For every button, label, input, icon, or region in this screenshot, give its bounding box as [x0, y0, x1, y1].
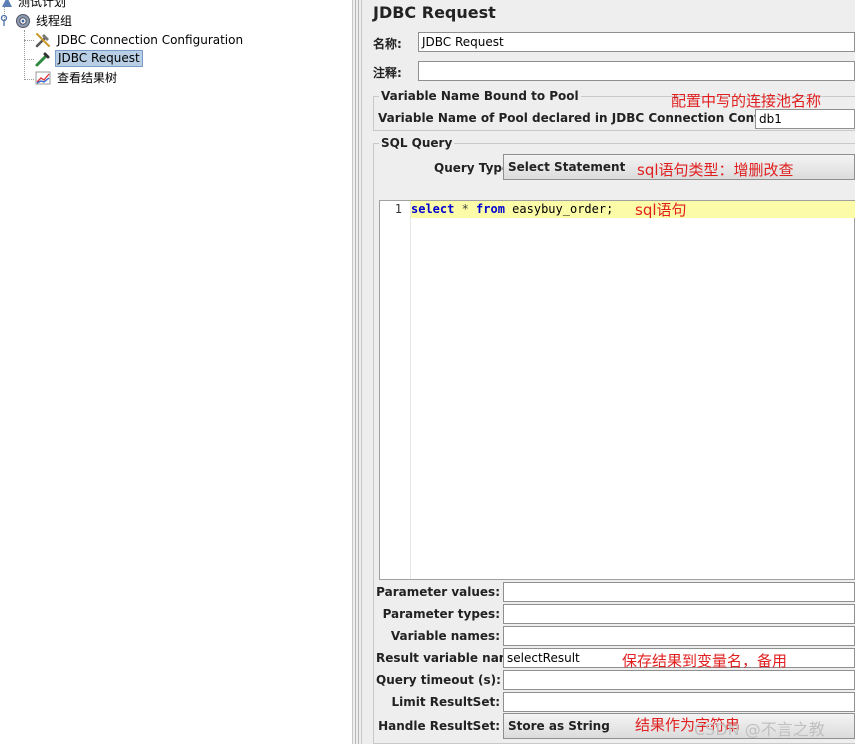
parameter-types-label: Parameter types: [382, 607, 500, 621]
limit-resultset-label: Limit ResultSet: [391, 695, 500, 709]
parameter-values-field[interactable] [503, 582, 855, 602]
tree-connector [24, 59, 34, 60]
limit-resultset-field[interactable] [503, 692, 855, 712]
tree-item-label: 测试计划 [18, 0, 67, 9]
sql-editor[interactable]: 1 select * from easybuy_order; sql语句 [379, 200, 855, 580]
result-variable-annotation: 保存结果到变量名，备用 [622, 652, 788, 670]
pool-group-title: Variable Name Bound to Pool [379, 89, 581, 103]
jdbc-request-panel: JDBC Request 名称: JDBC Request 注释: Variab… [362, 0, 855, 744]
tree-item-label: 查看结果树 [57, 71, 118, 85]
sql-operator: * [454, 202, 477, 216]
comment-label: 注释: [373, 66, 402, 80]
sql-code-line: select * from easybuy_order; [411, 201, 613, 218]
sql-group-title: SQL Query [379, 136, 455, 150]
chart-icon [35, 71, 51, 85]
variable-names-label: Variable names: [390, 629, 500, 643]
tree-connector [24, 30, 25, 80]
query-timeout-label: Query timeout (s): [376, 673, 501, 687]
variable-names-field[interactable] [503, 626, 855, 646]
pool-annotation: 配置中写的连接池名称 [671, 92, 822, 110]
tree-item-label: JDBC Connection Configuration [57, 33, 244, 47]
test-plan-icon [2, 0, 12, 7]
wrench-icon [35, 33, 50, 48]
tree-item-label: 线程组 [36, 14, 73, 28]
pool-name-field[interactable]: db1 [755, 109, 855, 129]
parameter-values-label: Parameter values: [376, 585, 500, 599]
sql-annotation: sql语句 [635, 201, 687, 219]
panel-title: JDBC Request [373, 3, 496, 22]
parameter-types-field[interactable] [503, 604, 855, 624]
watermark: CSDN @不言之教 [694, 720, 825, 739]
query-type-annotation: sql语句类型：增删改查 [637, 161, 794, 179]
test-plan-tree[interactable]: 测试计划 线程组 JDBC Connection Configuration J… [0, 0, 352, 744]
name-label: 名称: [373, 37, 402, 51]
tree-connector [24, 79, 34, 80]
name-field[interactable]: JDBC Request [418, 32, 855, 52]
result-variable-label: Result variable name: [376, 651, 525, 665]
pipette-icon [35, 52, 50, 67]
tree-item-label-selected: JDBC Request [55, 50, 143, 67]
line-number-gutter: 1 [380, 201, 411, 579]
sql-text: easybuy_order; [504, 202, 614, 216]
sql-keyword: select [411, 202, 455, 216]
sql-keyword: from [476, 202, 505, 216]
tree-connector [24, 40, 34, 41]
handle-resultset-label: Handle ResultSet: [378, 719, 500, 733]
split-pane-divider[interactable] [352, 0, 362, 744]
query-timeout-field[interactable] [503, 670, 855, 690]
line-number: 1 [394, 202, 402, 216]
gear-icon [16, 14, 30, 28]
comment-field[interactable] [418, 61, 855, 81]
